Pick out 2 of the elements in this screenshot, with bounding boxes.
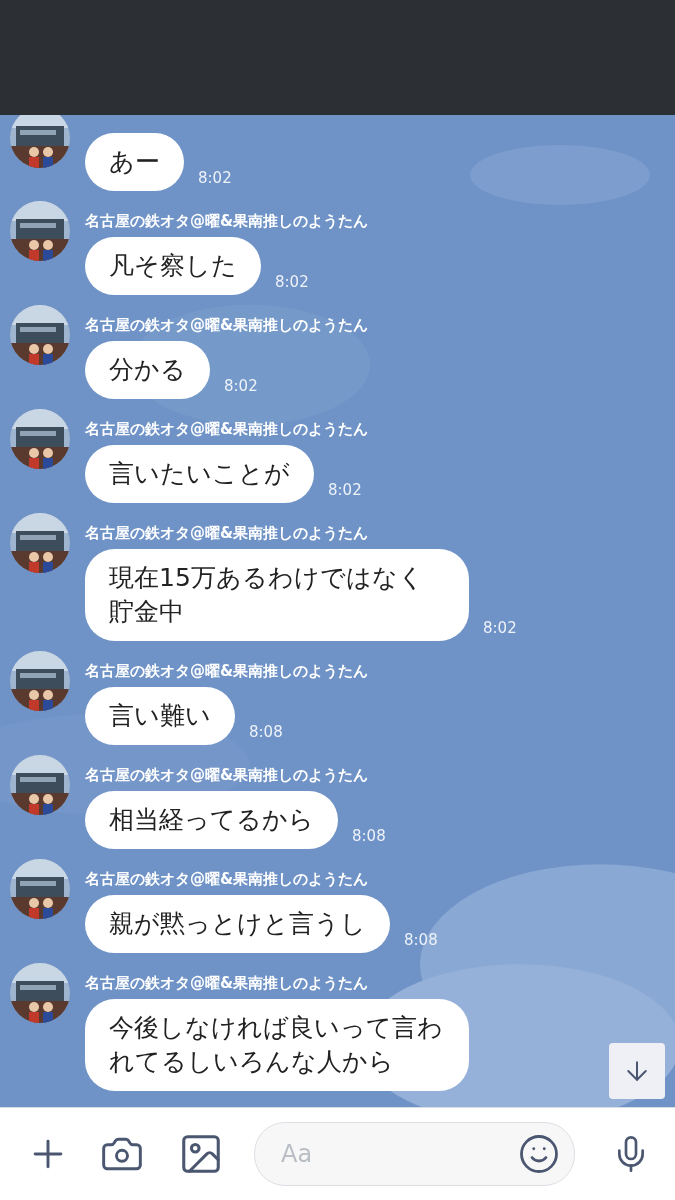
message-input[interactable]: Aa (279, 1139, 518, 1169)
message-input-field[interactable]: Aa (254, 1122, 575, 1186)
